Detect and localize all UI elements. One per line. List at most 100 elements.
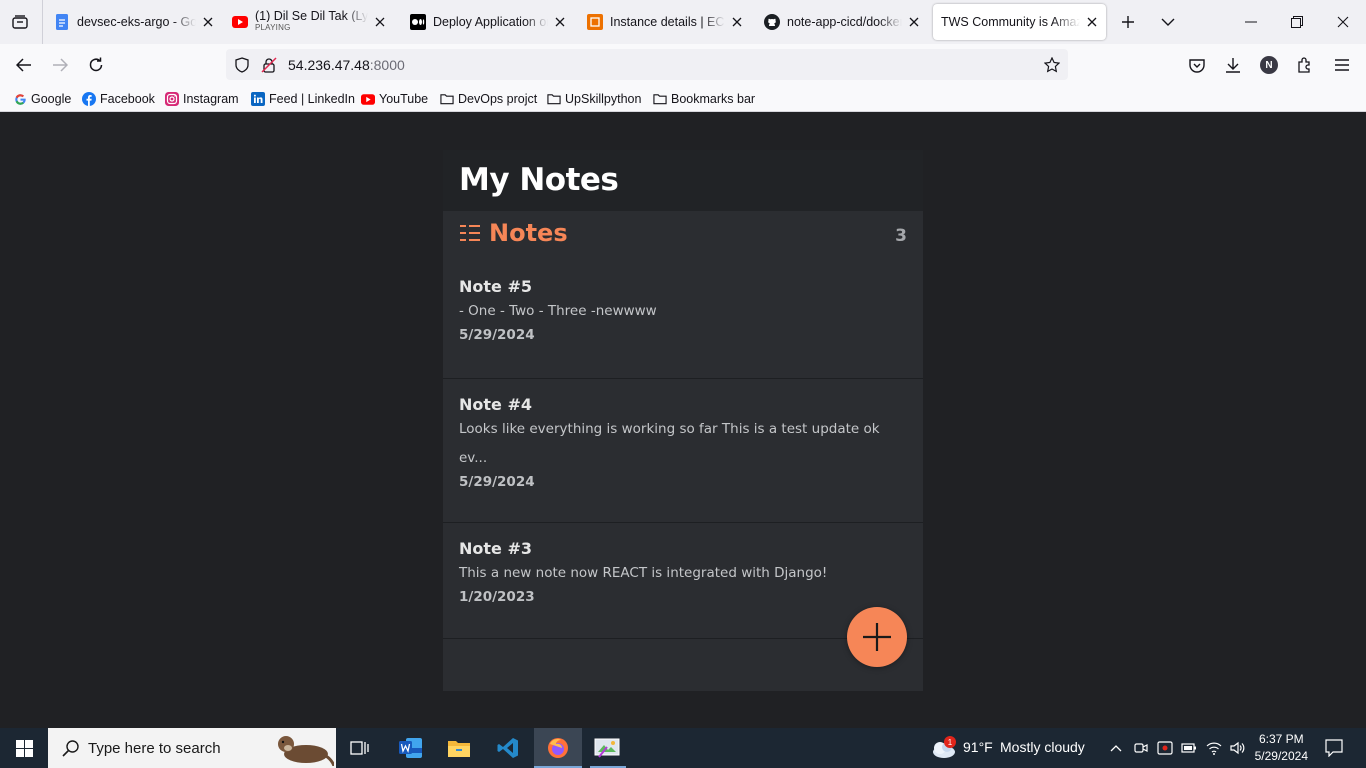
- tab-list-button[interactable]: [8, 10, 32, 34]
- search-highlight-otter-icon: [266, 732, 336, 767]
- folder-icon: [653, 92, 667, 106]
- arrow-right-icon: [53, 58, 68, 72]
- bookmark-youtube[interactable]: YouTube: [361, 90, 428, 108]
- note-list-item[interactable]: Note #4 Looks like everything is working…: [443, 379, 923, 523]
- notifications-button[interactable]: [1318, 728, 1350, 768]
- insecure-lock-icon[interactable]: [260, 56, 278, 74]
- extensions-button[interactable]: [1292, 52, 1318, 78]
- bookmark-label: Feed | LinkedIn: [269, 92, 355, 106]
- tab-youtube-playing[interactable]: (1) Dil Se Dil Tak (Lyrica PLAYING: [232, 4, 388, 40]
- bookmark-facebook[interactable]: Facebook: [82, 90, 155, 108]
- tab-github-note-app[interactable]: note-app-cicd/docker: [764, 4, 922, 40]
- chevron-down-icon: [1161, 18, 1175, 26]
- bookmark-instagram[interactable]: Instagram: [165, 90, 239, 108]
- close-icon: [1337, 16, 1349, 28]
- linkedin-icon: [251, 92, 265, 106]
- bookmarks-toolbar: Google Facebook Instagram Feed | LinkedI…: [0, 86, 1366, 112]
- restore-icon: [1291, 16, 1303, 28]
- microsoft-word-icon: [399, 738, 422, 758]
- clock-date: 5/29/2024: [1254, 749, 1308, 763]
- wifi-icon: [1206, 742, 1222, 755]
- note-body: - One - Two - Three -newwww: [459, 303, 657, 319]
- restore-button[interactable]: [1274, 0, 1320, 44]
- tab-separator: [42, 0, 43, 44]
- task-view-button[interactable]: [342, 728, 378, 768]
- app-menu-button[interactable]: [1329, 52, 1355, 78]
- taskbar-clock[interactable]: 6:37 PM 5/29/2024: [1255, 731, 1308, 765]
- reload-icon: [89, 57, 103, 72]
- bookmark-label: Instagram: [183, 92, 239, 106]
- close-tab-icon[interactable]: [552, 14, 568, 30]
- forward-button[interactable]: [47, 52, 73, 78]
- youtube-icon: [361, 92, 375, 106]
- taskbar-vscode[interactable]: [487, 728, 529, 768]
- show-hidden-icons-button[interactable]: [1107, 728, 1125, 768]
- list-all-tabs-button[interactable]: [1156, 10, 1180, 34]
- close-tab-icon[interactable]: [906, 14, 922, 30]
- task-view-icon: [350, 741, 369, 755]
- notes-heading: Notes: [459, 219, 568, 247]
- github-icon: [764, 14, 780, 30]
- bookmark-star-icon[interactable]: [1042, 55, 1062, 75]
- note-date: 1/20/2023: [459, 589, 535, 605]
- url-text[interactable]: 54.236.47.48:8000: [288, 57, 405, 73]
- hamburger-icon: [1335, 59, 1349, 71]
- firefox-icon: [548, 738, 568, 758]
- bookmark-folder-bookmarks-bar[interactable]: Bookmarks bar: [653, 90, 755, 108]
- capture-tray-button[interactable]: [1155, 728, 1175, 768]
- weather-description[interactable]: Mostly cloudy: [1000, 739, 1085, 755]
- tabs-overview-icon: [12, 15, 28, 29]
- close-tab-icon[interactable]: [200, 14, 216, 30]
- bookmark-google[interactable]: Google: [13, 90, 71, 108]
- volume-button[interactable]: [1228, 728, 1248, 768]
- back-button[interactable]: [11, 52, 37, 78]
- notification-icon: [1325, 739, 1343, 757]
- taskbar-word[interactable]: [390, 728, 432, 768]
- network-button[interactable]: [1204, 728, 1224, 768]
- tab-deploy-application[interactable]: Deploy Application on: [410, 4, 568, 40]
- close-tab-icon[interactable]: [372, 14, 388, 30]
- bookmark-folder-upskillpython[interactable]: UpSkillpython: [547, 90, 641, 108]
- tab-tws-community-active[interactable]: TWS Community is Amazin: [933, 4, 1106, 40]
- battery-button[interactable]: [1180, 728, 1198, 768]
- taskbar-search-input[interactable]: Type here to search: [48, 728, 336, 768]
- close-tab-icon[interactable]: [729, 14, 745, 30]
- close-window-button[interactable]: [1320, 0, 1366, 44]
- note-title: Note #5: [459, 277, 532, 296]
- shield-icon[interactable]: [233, 56, 251, 74]
- battery-icon: [1181, 743, 1196, 753]
- new-tab-button[interactable]: [1116, 10, 1140, 34]
- screen-record-icon: [1157, 741, 1173, 755]
- bookmark-label: Google: [31, 92, 72, 106]
- taskbar-firefox[interactable]: [534, 728, 582, 768]
- vscode-icon: [497, 738, 518, 758]
- tab-ec2-instance-details[interactable]: Instance details | EC2 |: [587, 4, 745, 40]
- address-bar[interactable]: 54.236.47.48:8000: [226, 49, 1068, 80]
- start-button[interactable]: [0, 728, 48, 768]
- folder-icon: [440, 92, 454, 106]
- folder-icon: [547, 92, 561, 106]
- facebook-icon: [82, 92, 96, 106]
- bookmark-linkedin[interactable]: Feed | LinkedIn: [251, 90, 355, 108]
- pocket-icon: [1189, 58, 1205, 73]
- downloads-button[interactable]: [1220, 52, 1246, 78]
- meet-now-button[interactable]: [1132, 728, 1150, 768]
- reload-button[interactable]: [83, 52, 109, 78]
- note-list-item[interactable]: Note #5 - One - Two - Three -newwww 5/29…: [443, 261, 923, 379]
- add-note-button[interactable]: [847, 607, 907, 667]
- bookmark-folder-devops[interactable]: DevOps projct: [440, 90, 537, 108]
- arrow-left-icon: [16, 58, 31, 72]
- weather-temperature[interactable]: 91°F: [963, 739, 993, 755]
- profile-avatar: N: [1260, 56, 1278, 74]
- clock-time: 6:37 PM: [1258, 732, 1304, 746]
- taskbar-snipping-tool[interactable]: [586, 728, 628, 768]
- tab-devsec-eks-argo[interactable]: devsec-eks-argo - Goo: [54, 4, 216, 40]
- close-tab-icon[interactable]: [1084, 14, 1100, 30]
- taskbar-file-explorer[interactable]: [438, 728, 480, 768]
- account-button[interactable]: N: [1256, 52, 1282, 78]
- instagram-icon: [165, 92, 179, 106]
- weather-widget[interactable]: 1: [928, 728, 958, 768]
- chevron-up-icon: [1110, 745, 1122, 752]
- minimize-button[interactable]: [1228, 0, 1274, 44]
- pocket-button[interactable]: [1184, 52, 1210, 78]
